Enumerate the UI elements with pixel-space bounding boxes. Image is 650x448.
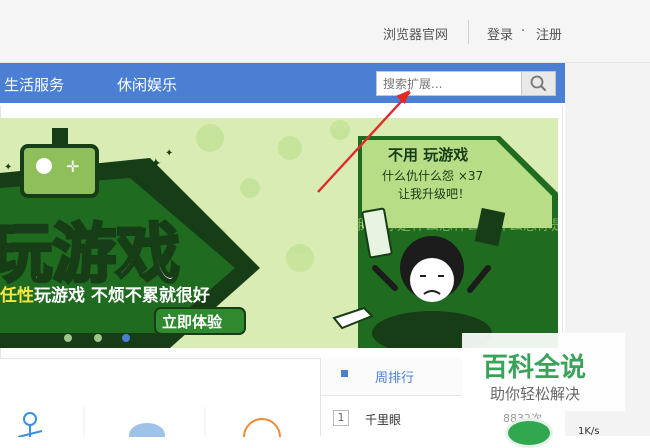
svg-text:✦: ✦ <box>4 162 12 173</box>
watermark-title: 百科全说 <box>482 353 587 383</box>
rank-number: 1 <box>333 410 349 426</box>
banner-tagline-highlight: 任性 <box>0 285 34 306</box>
annotation-arrow <box>317 90 411 193</box>
banner-headline: 玩游戏 <box>0 218 180 292</box>
register-link[interactable]: 注册 <box>536 24 562 43</box>
promo-banner[interactable]: ✛ ✦ ✦ ✦ 玩游戏 任性 玩游戏 不烦不累就很好 立即体验 不用 玩游戏 什… <box>0 118 558 348</box>
speed-ball[interactable] <box>505 418 553 448</box>
top-bar: 浏览器官网 登录 · 注册 <box>0 0 650 63</box>
divider <box>468 20 469 44</box>
watermark-subtitle: 助你轻松解决 <box>490 385 581 403</box>
app-icons-row <box>17 407 281 437</box>
nav-item-entertainment[interactable]: 休闲娱乐 <box>117 74 177 95</box>
svg-text:✛: ✛ <box>66 157 79 176</box>
nav-bar: 生活服务 休闲娱乐 <box>0 63 565 103</box>
browser-site-link[interactable]: 浏览器官网 <box>383 24 448 43</box>
login-link[interactable]: 登录 <box>487 24 513 43</box>
separator-dot: · <box>521 24 526 39</box>
search-button[interactable] <box>521 72 555 95</box>
banner-artwork: ✛ ✦ ✦ ✦ 玩游戏 任性 玩游戏 不烦不累就很好 立即体验 不用 玩游戏 什… <box>0 120 558 348</box>
rank-app-name[interactable]: 千里眼 <box>365 411 401 428</box>
app-icon-2[interactable] <box>129 423 165 437</box>
cta-label: 立即体验 <box>162 313 223 331</box>
speed-indicator: 1K/s <box>578 426 600 437</box>
banner-tagline: 玩游戏 不烦不累就很好 <box>34 285 210 306</box>
app-icon-1[interactable] <box>23 412 37 426</box>
app-icon-3[interactable] <box>243 418 281 437</box>
watermark-logo: 百科全说 助你轻松解决 <box>462 333 625 411</box>
ranking-marker <box>341 370 348 377</box>
svg-text:✦: ✦ <box>150 156 162 172</box>
tab-weekly-ranking[interactable]: 周排行 <box>375 367 414 386</box>
nav-item-life-services[interactable]: 生活服务 <box>4 74 64 95</box>
svg-text:✦: ✦ <box>165 148 173 159</box>
search-icon <box>530 75 546 91</box>
